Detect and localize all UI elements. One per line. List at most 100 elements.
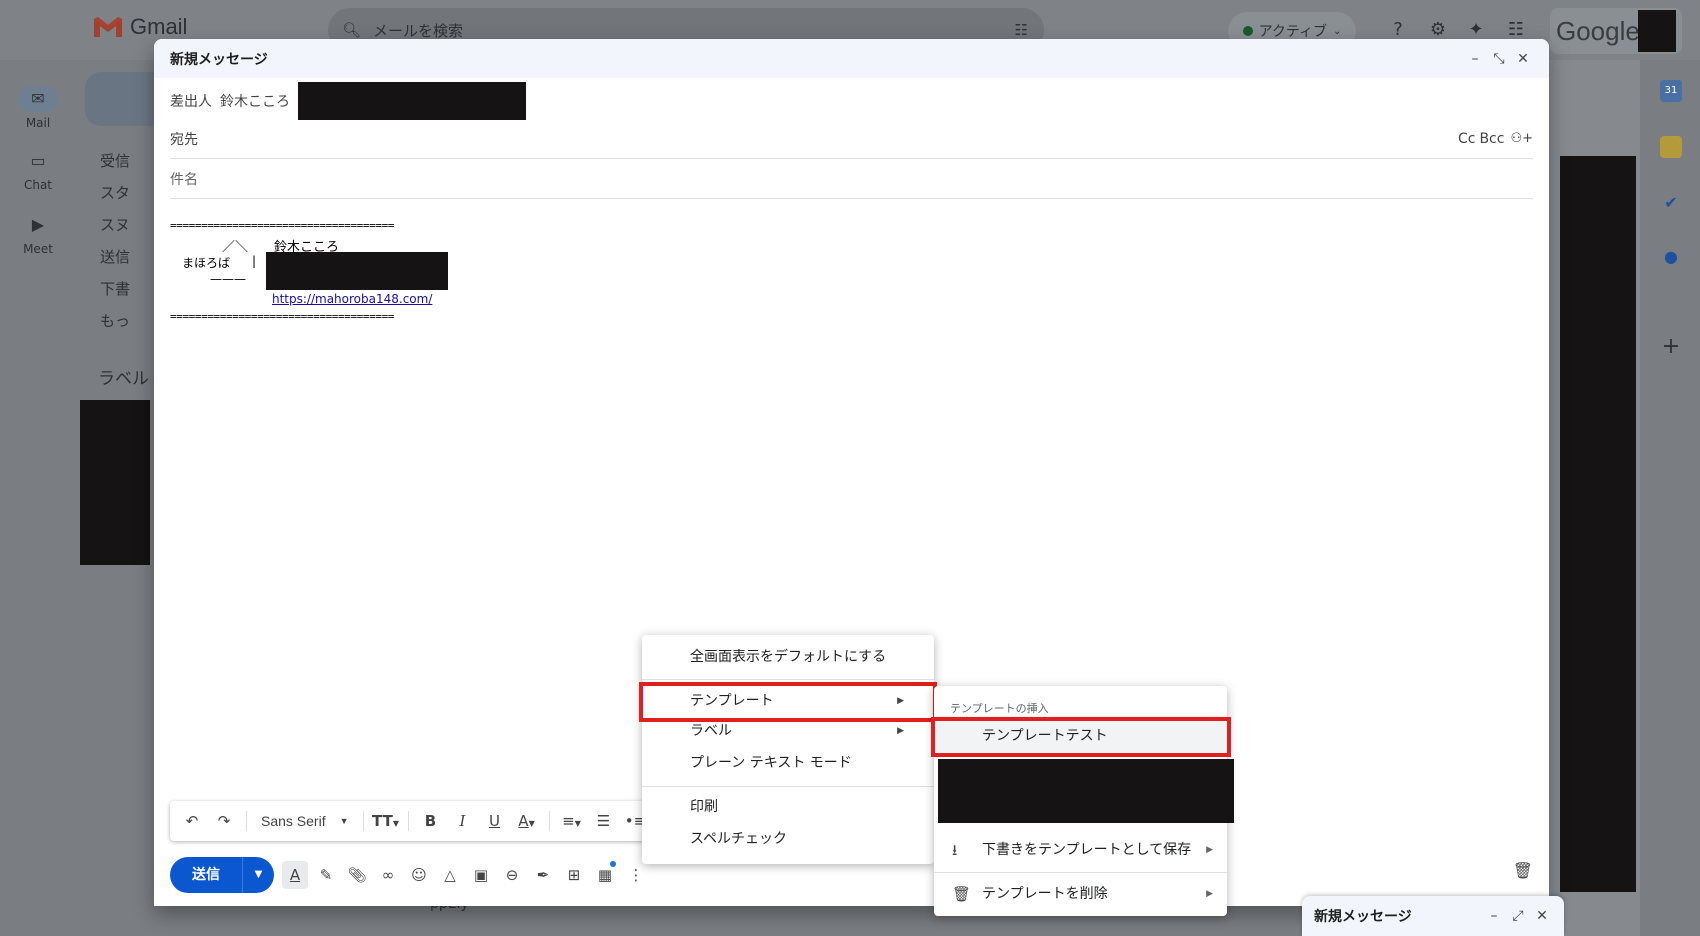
redacted-signature-info <box>266 252 448 290</box>
menu-item-fullscreen-default[interactable]: 全画面表示をデフォルトにする <box>642 641 934 673</box>
email-signature[interactable]: ==================================== ／＼ … <box>170 219 448 323</box>
signature-icon[interactable]: ✒ <box>530 861 556 889</box>
sidebar-label: スヌ <box>100 216 131 234</box>
menu-item-label: テンプレートを削除 <box>982 886 1108 902</box>
expand-icon[interactable]: ⤢ <box>1508 908 1528 924</box>
menu-item-label: 下書きをテンプレートとして保存 <box>982 842 1192 858</box>
add-recipient-icon[interactable]: ⚇+ <box>1510 131 1533 146</box>
menu-item-spellcheck[interactable]: スペルチェック <box>642 823 934 855</box>
more-options-icon[interactable]: ⋮ <box>623 861 649 889</box>
rail-meet-label: Meet <box>23 242 53 256</box>
sidebar-label: もっ <box>100 312 131 330</box>
submenu-arrow-icon: ▶ <box>1206 889 1213 899</box>
highlight-box-template-test <box>931 717 1231 757</box>
rail-meet[interactable]: ▶ Meet <box>0 212 76 256</box>
sidebar-item-starred[interactable]: スタ <box>100 182 130 203</box>
subject-field[interactable]: 件名 <box>170 159 1533 199</box>
bold-icon[interactable]: B <box>417 807 445 835</box>
google-wordmark: Google <box>1556 16 1640 46</box>
schedule-send-dropdown[interactable]: ▼ <box>242 857 274 893</box>
numbered-list-icon[interactable]: ☰ <box>590 807 618 835</box>
menu-item-label: ラベル <box>690 723 732 739</box>
sidebar-item-snoozed[interactable]: スヌ <box>100 214 130 235</box>
formatting-toolbar: ↶ ↷ Sans Serif ▼ TT▼ B I U A▼ ≡▼ ☰ •≡ <box>170 801 657 841</box>
signature-logo-top: ／＼ <box>222 240 249 255</box>
chat-icon: ▭ <box>30 151 46 170</box>
menu-item-label: プレーン テキスト モード <box>690 755 852 771</box>
italic-icon[interactable]: I <box>449 807 477 835</box>
discard-draft-icon[interactable]: 🗑︎ <box>1513 861 1533 880</box>
compose-bottom-toolbar: A ✎ 📎︎ ∞ ☺ △ ▣ ⊖ ✒ ⊞ ▦ ⋮ <box>282 857 649 893</box>
from-row[interactable]: 差出人 鈴木こころ <box>170 82 1533 120</box>
attach-file-icon[interactable]: 📎︎ <box>344 861 370 889</box>
font-size-icon[interactable]: TT▼ <box>372 807 400 835</box>
rail-mail[interactable]: ✉ Mail <box>0 86 76 130</box>
rail-chat[interactable]: ▭ Chat <box>0 148 76 192</box>
toolbar-divider <box>362 811 364 831</box>
menu-item-plain-text[interactable]: プレーン テキスト モード <box>642 747 934 779</box>
redacted-from-address <box>298 82 526 120</box>
sidebar-item-drafts[interactable]: 下書 <box>100 278 130 299</box>
signature-rule-bottom: ==================================== <box>170 310 395 323</box>
gmail-logo[interactable]: Gmail <box>92 14 187 40</box>
font-family-select[interactable]: Sans Serif ▼ <box>255 813 355 829</box>
sidebar-item-sent[interactable]: 送信 <box>100 246 130 267</box>
redacted-labels <box>80 400 150 565</box>
menu-divider <box>934 872 1227 873</box>
compose-header: 新規メッセージ – ⤡ ✕ <box>154 39 1549 78</box>
insert-photo-icon[interactable]: ▣ <box>468 861 494 889</box>
compose-title: 新規メッセージ <box>170 51 268 68</box>
bcc-link[interactable]: Bcc <box>1479 131 1504 147</box>
font-family-value: Sans Serif <box>261 813 326 829</box>
exit-fullscreen-icon[interactable]: ⤡ <box>1489 51 1509 67</box>
sidebar-item-inbox[interactable]: 受信 <box>100 150 130 171</box>
text-color-icon[interactable]: A▼ <box>513 807 541 835</box>
minimized-compose[interactable]: 新規メッセージ – ⤢ ✕ <box>1302 896 1564 936</box>
menu-item-label: 印刷 <box>690 799 718 815</box>
schedule-event-icon[interactable]: ▦ <box>592 861 618 889</box>
search-options-icon[interactable]: ☷ <box>1015 21 1028 39</box>
labels-heading: ラベル <box>98 369 149 389</box>
underline-icon[interactable]: U <box>481 807 509 835</box>
from-name: 鈴木こころ <box>220 94 290 110</box>
minimize-icon[interactable]: – <box>1484 908 1504 924</box>
tasks-icon[interactable]: ✔ <box>1660 192 1682 214</box>
send-button[interactable]: 送信 <box>170 857 242 893</box>
layout-icon[interactable]: ⊞ <box>561 861 587 889</box>
gmail-m-icon <box>94 17 122 37</box>
sidebar-label: スタ <box>100 184 131 202</box>
subject-placeholder: 件名 <box>170 171 198 188</box>
signature-url-link[interactable]: https://mahoroba148.com/ <box>272 292 432 306</box>
cc-link[interactable]: Cc <box>1458 131 1475 147</box>
to-row[interactable]: 宛先 Cc Bcc ⚇+ <box>170 119 1533 159</box>
calendar-icon[interactable]: 31 <box>1660 80 1682 102</box>
keep-icon[interactable] <box>1660 136 1682 158</box>
from-label: 差出人 <box>170 94 212 110</box>
close-icon[interactable]: ✕ <box>1513 51 1533 67</box>
signature-logo-bottom: ——— <box>210 272 246 286</box>
undo-icon[interactable]: ↶ <box>178 807 206 835</box>
menu-item-print[interactable]: 印刷 <box>642 791 934 823</box>
more-options-menu: 全画面表示をデフォルトにする テンプレート ▶ ラベル ▶ プレーン テキスト モー… <box>642 635 934 864</box>
minimize-icon[interactable]: – <box>1465 51 1485 67</box>
redo-icon[interactable]: ↷ <box>210 807 238 835</box>
formatting-options-icon[interactable]: A <box>282 861 308 889</box>
ai-write-icon[interactable]: ✎ <box>313 861 339 889</box>
insert-link-icon[interactable]: ∞ <box>375 861 401 889</box>
sidebar-item-more[interactable]: もっ <box>100 310 130 331</box>
account-box[interactable]: Google <box>1550 8 1682 54</box>
delete-template[interactable]: 🗑︎ テンプレートを削除 ▶ <box>934 874 1227 914</box>
sidebar-label: 受信 <box>100 152 131 170</box>
add-addon-icon[interactable]: + <box>1660 336 1682 358</box>
drive-icon[interactable]: △ <box>437 861 463 889</box>
signature-block: ／＼ まほろば | ——— 鈴木こころ https://mahoroba148.… <box>170 232 448 310</box>
rail-mail-label: Mail <box>25 116 51 130</box>
emoji-icon[interactable]: ☺ <box>406 861 432 889</box>
gmail-wordmark: Gmail <box>130 14 188 39</box>
contacts-icon[interactable]: ● <box>1660 246 1682 268</box>
confidential-mode-icon[interactable]: ⊖ <box>499 861 525 889</box>
align-icon[interactable]: ≡▼ <box>558 807 586 835</box>
dropdown-arrow-icon: ▼ <box>339 816 349 826</box>
close-icon[interactable]: ✕ <box>1532 908 1552 924</box>
save-draft-as-template[interactable]: ⭳ 下書きをテンプレートとして保存 ▶ <box>934 830 1227 870</box>
